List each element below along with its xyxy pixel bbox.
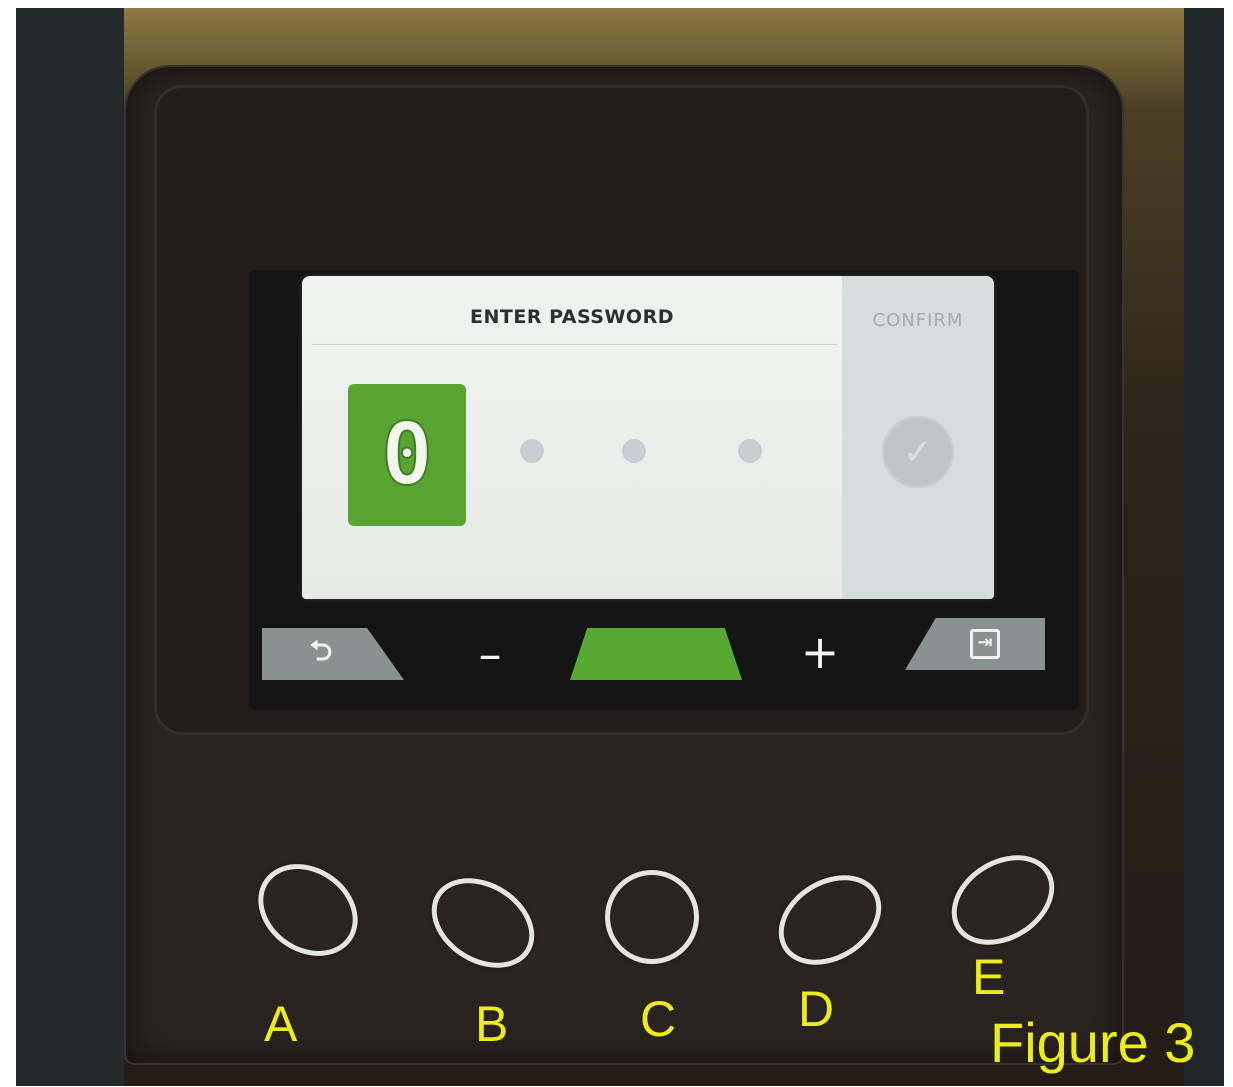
hardware-button-c[interactable] bbox=[605, 870, 699, 964]
confirm-label: CONFIRM bbox=[872, 310, 964, 331]
confirm-panel: CONFIRM ✓ bbox=[842, 276, 994, 599]
background-right bbox=[1184, 8, 1224, 1086]
softkey-plus[interactable]: + bbox=[785, 625, 855, 679]
button-label-c: C bbox=[640, 991, 677, 1047]
button-label-e: E bbox=[972, 949, 1006, 1005]
password-digit-2[interactable] bbox=[520, 439, 544, 463]
figure-caption: Figure 3 bbox=[990, 1011, 1196, 1074]
password-panel: ENTER PASSWORD 0 bbox=[302, 276, 842, 599]
confirm-button[interactable]: ✓ bbox=[882, 416, 954, 488]
background-left bbox=[16, 8, 124, 1086]
password-digit-1[interactable]: 0 bbox=[348, 384, 466, 526]
button-label-b: B bbox=[475, 996, 509, 1052]
title-divider bbox=[312, 344, 837, 345]
page-title: ENTER PASSWORD bbox=[470, 306, 674, 328]
password-digit-4[interactable] bbox=[738, 439, 762, 463]
softkey-select[interactable] bbox=[570, 628, 742, 680]
exit-icon: ⇥ bbox=[970, 629, 1000, 659]
button-label-d: D bbox=[798, 981, 835, 1037]
back-arrow-icon: ⮌ bbox=[309, 634, 333, 667]
button-label-a: A bbox=[264, 996, 298, 1052]
softkey-minus[interactable]: – bbox=[455, 627, 525, 681]
password-digit-3[interactable] bbox=[622, 439, 646, 463]
lcd-screen: ENTER PASSWORD 0 CONFIRM ✓ bbox=[302, 276, 994, 599]
checkmark-icon: ✓ bbox=[902, 431, 934, 473]
password-digit-value: 0 bbox=[380, 404, 434, 506]
